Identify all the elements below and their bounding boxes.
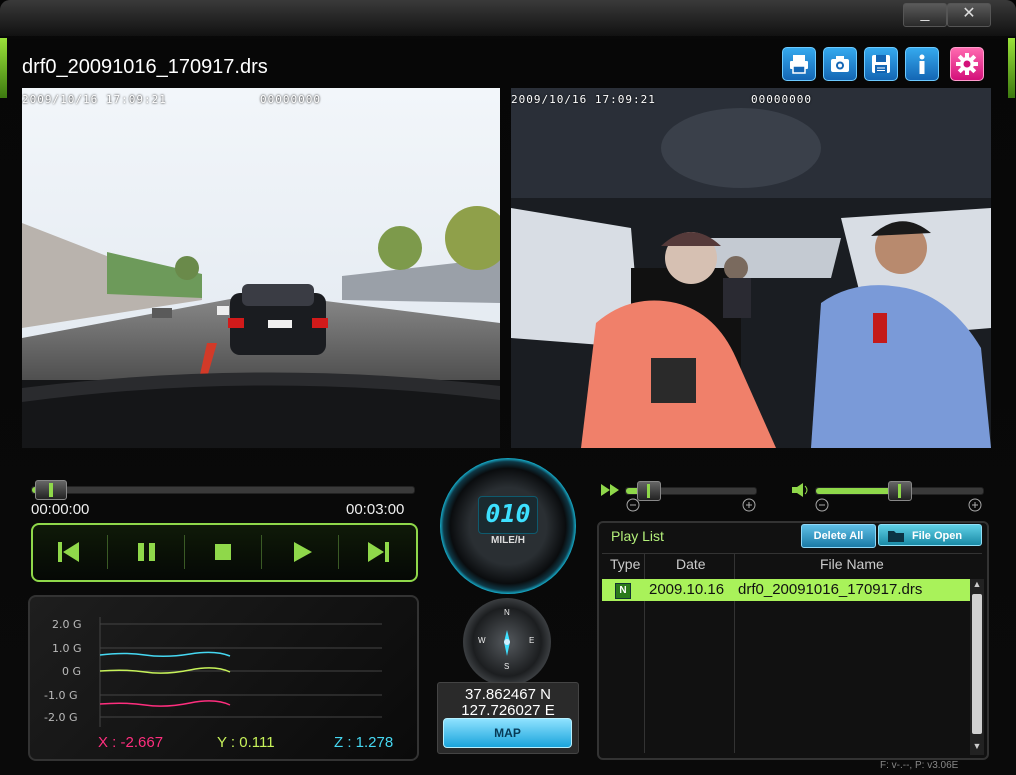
current-time: 00:00:00 — [31, 501, 90, 518]
playlist-panel: Play List N 2009.10.16 drf0_20091016_170… — [597, 521, 989, 760]
rear-frame-counter: 00000000 — [751, 93, 812, 106]
camera-icon — [831, 56, 849, 72]
title-bar — [0, 0, 1016, 36]
g-label-2: 2.0 G — [52, 618, 82, 631]
speed-display: 010 — [478, 496, 538, 534]
volume-minus-icon[interactable] — [815, 498, 829, 512]
playback-progress-thumb[interactable] — [35, 480, 67, 500]
row-date: 2009.10.16 — [649, 581, 725, 598]
version-label: F: v-.--, P: v3.06E — [880, 760, 959, 771]
g-label-neg2: -2.0 G — [44, 711, 78, 724]
row-filename: drf0_20091016_170917.drs — [738, 581, 923, 598]
playback-controls — [31, 523, 418, 582]
volume-plus-icon[interactable] — [968, 498, 982, 512]
z-readout: Z : 1.278 — [334, 734, 394, 751]
file-open-button[interactable]: File Open — [878, 524, 982, 546]
volume-icon — [792, 483, 808, 497]
left-accent-bar — [0, 38, 7, 98]
volume-slider-thumb[interactable] — [888, 481, 912, 501]
gps-longitude: 127.726027 E — [461, 702, 555, 719]
y-readout: Y : 0.111 — [217, 734, 275, 751]
stop-button[interactable] — [210, 539, 238, 565]
playback-progress-track[interactable] — [31, 486, 415, 494]
print-button[interactable] — [782, 47, 816, 81]
front-camera-view[interactable]: 2009/10/16 17:09:21 00000000 — [22, 88, 500, 448]
front-timestamp: 2009/10/16 17:09:21 — [22, 93, 167, 106]
playlist-title: Play List — [611, 528, 664, 544]
save-icon — [872, 55, 890, 73]
playlist-scrollbar[interactable]: ▲ ▼ — [970, 579, 984, 755]
column-filename: File Name — [820, 556, 884, 572]
save-button[interactable] — [864, 47, 898, 81]
info-icon — [919, 54, 925, 74]
skip-previous-button[interactable] — [55, 539, 83, 565]
g-label-neg1: -1.0 G — [44, 689, 78, 702]
folder-icon — [888, 531, 904, 542]
settings-icon — [956, 53, 978, 75]
gps-latitude: 37.862467 N — [465, 686, 551, 703]
pause-button[interactable] — [133, 539, 161, 565]
x-axis-line — [99, 700, 231, 707]
compass: N E S W — [463, 598, 551, 686]
x-readout: X : -2.667 — [98, 734, 164, 751]
gsensor-graph: 2.0 G 1.0 G 0 G -1.0 G -2.0 G X : -2.667… — [28, 595, 419, 761]
info-button[interactable] — [905, 47, 939, 81]
speedometer: 010 MILE/H — [440, 458, 576, 594]
settings-button[interactable] — [950, 47, 984, 81]
g-label-0: 0 G — [62, 665, 82, 678]
rear-timestamp: 2009/10/16 17:09:21 — [511, 93, 656, 106]
map-button[interactable]: MAP — [443, 718, 572, 748]
speed-plus-icon[interactable] — [742, 498, 756, 512]
delete-all-button[interactable]: Delete All — [801, 524, 876, 548]
type-badge: N — [615, 583, 631, 599]
column-date: Date — [676, 556, 706, 572]
rear-camera-view[interactable]: 2009/10/16 17:09:21 00000000 — [511, 88, 991, 448]
minimize-button[interactable]: _ — [903, 3, 947, 27]
file-open-label: File Open — [911, 530, 963, 542]
front-frame-counter: 00000000 — [260, 93, 321, 106]
print-icon — [790, 55, 808, 74]
z-axis-line — [99, 651, 231, 658]
front-road-scene — [22, 88, 500, 448]
speed-unit: MILE/H — [491, 535, 525, 546]
close-button[interactable]: ✕ — [947, 3, 991, 27]
table-row[interactable]: N 2009.10.16 drf0_20091016_170917.drs — [602, 579, 970, 601]
play-button[interactable] — [288, 539, 316, 565]
total-time: 00:03:00 — [346, 501, 405, 518]
g-label-1: 1.0 G — [52, 642, 82, 655]
column-type: Type — [610, 556, 641, 572]
fast-forward-icon — [601, 484, 619, 496]
snapshot-button[interactable] — [823, 47, 857, 81]
speed-slider-thumb[interactable] — [637, 481, 661, 501]
right-accent-bar — [1008, 38, 1015, 98]
skip-next-button[interactable] — [365, 539, 393, 565]
speed-minus-icon[interactable] — [626, 498, 640, 512]
cabin-scene — [511, 88, 991, 448]
file-title: drf0_20091016_170917.drs — [22, 56, 268, 78]
app-window: _ ✕ drf0_20091016_170917.drs 2009/10/16 … — [0, 0, 1016, 775]
compass-needle-icon — [504, 630, 510, 656]
speed-value: 010 — [485, 499, 531, 528]
